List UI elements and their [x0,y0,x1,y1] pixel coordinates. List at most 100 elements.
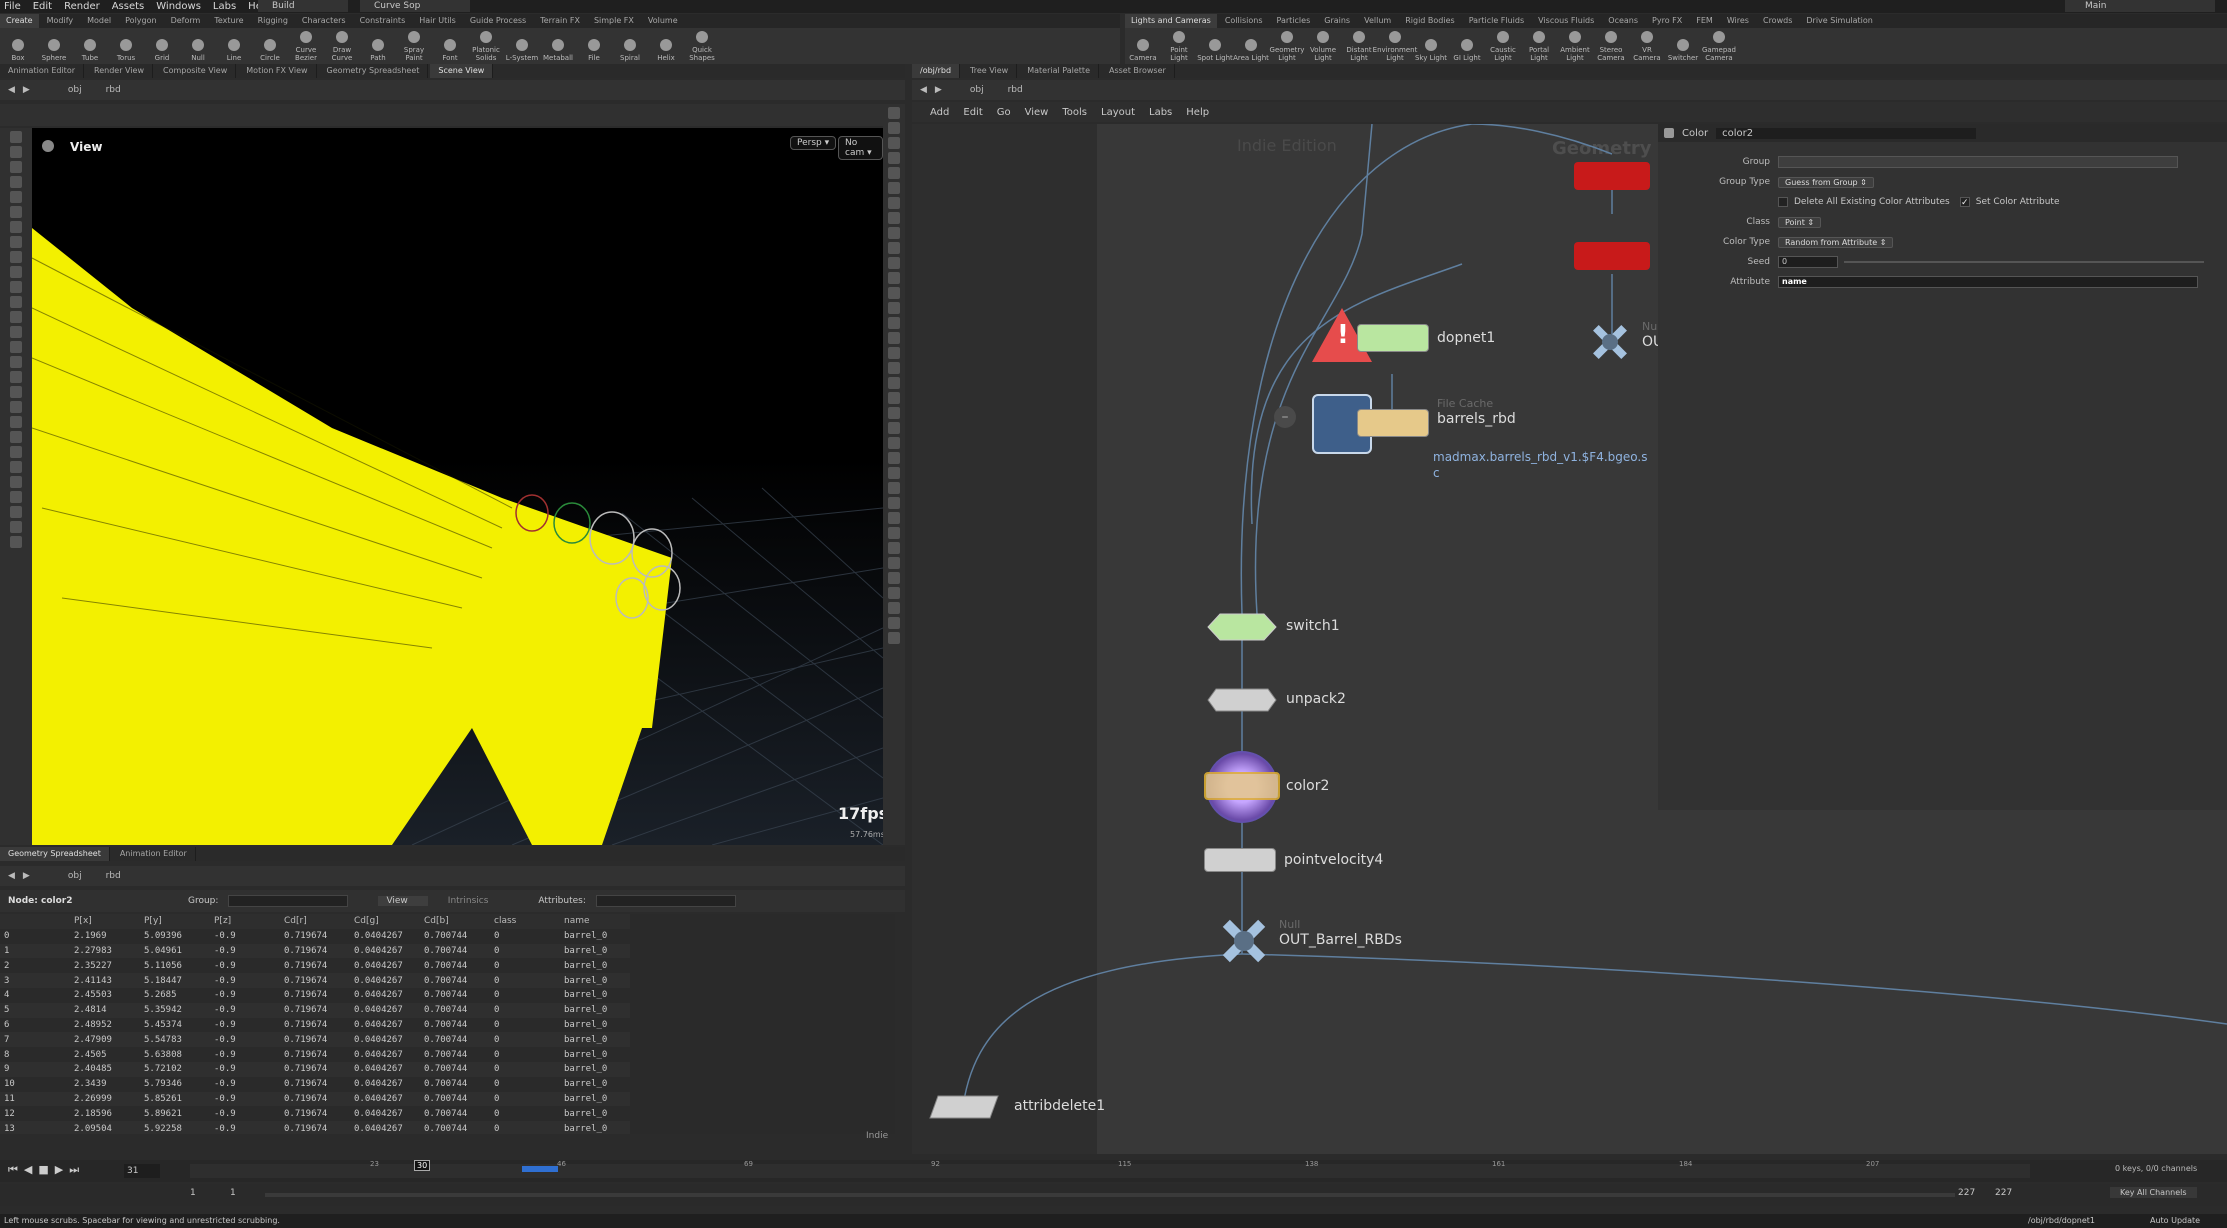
display-option-icon[interactable] [888,467,900,479]
display-option-icon[interactable] [888,572,900,584]
ss-intrinsics-menu[interactable]: Intrinsics [448,896,489,906]
shelf-tool-vr-camera[interactable]: VR Camera [1629,28,1665,64]
display-option-icon[interactable] [888,512,900,524]
shelf-tab-volume[interactable]: Volume [642,14,684,28]
set-color-checkbox[interactable]: ✓ [1959,197,1970,208]
shelf-tool-helix[interactable]: Helix [648,28,684,64]
display-option-icon[interactable] [888,347,900,359]
shelf-tool-font[interactable]: Font [432,28,468,64]
display-option-icon[interactable] [888,407,900,419]
display-option-icon[interactable] [888,452,900,464]
display-option-icon[interactable] [888,227,900,239]
shelf-tool-gamepad-camera[interactable]: Gamepad Camera [1701,28,1737,64]
shelf-tool-metaball[interactable]: Metaball [540,28,576,64]
display-option-icon[interactable] [888,332,900,344]
net-menu-help[interactable]: Help [1186,107,1209,118]
shelf-tab-pyro-fx[interactable]: Pyro FX [1646,14,1688,28]
display-option-icon[interactable] [888,542,900,554]
ss-group-field[interactable] [228,895,349,907]
viewport-tool-icon[interactable] [10,296,22,308]
shelf-tab-fem[interactable]: FEM [1690,14,1719,28]
switch-node[interactable]: switch1 [1202,612,1340,645]
table-row[interactable]: 7 2.47909 5.54783 -0.9 0.719674 0.0404267 0.70… [0,1032,630,1048]
display-option-icon[interactable] [888,212,900,224]
viewport-tool-icon[interactable] [10,416,22,428]
viewport-tool-icon[interactable] [10,131,22,143]
range-start-field-2[interactable]: 1 [230,1188,260,1198]
play-icon[interactable]: ▶ [55,1163,63,1177]
shelf-tab-polygon[interactable]: Polygon [119,14,162,28]
desktop-selector[interactable]: Build [258,0,348,12]
shelf-tool-volume-light[interactable]: Volume Light [1305,28,1341,64]
display-option-icon[interactable] [888,602,900,614]
tab-render-view[interactable]: Render View [86,64,154,78]
display-option-icon[interactable] [888,527,900,539]
display-option-icon[interactable] [888,617,900,629]
shelf-tool-l-system[interactable]: L-System [504,28,540,64]
shelf-tab-vellum[interactable]: Vellum [1358,14,1397,28]
range-start-field[interactable]: 1 [190,1188,220,1198]
shelf-tab-oceans[interactable]: Oceans [1602,14,1644,28]
menu-labs[interactable]: Labs [213,1,236,12]
table-row[interactable]: 2 2.35227 5.11056 -0.9 0.719674 0.0404267 0.70… [0,958,630,974]
display-option-icon[interactable] [888,197,900,209]
tab-scene-view[interactable]: Scene View [430,64,494,78]
shelf-tool-portal-light[interactable]: Portal Light [1521,28,1557,64]
display-option-icon[interactable] [888,287,900,299]
viewport-tool-icon[interactable] [10,386,22,398]
shelf-tab-wires[interactable]: Wires [1721,14,1755,28]
display-option-icon[interactable] [888,587,900,599]
tab-tree-view[interactable]: Tree View [962,64,1018,78]
display-option-icon[interactable] [888,557,900,569]
red-node-2[interactable] [1574,242,1650,270]
viewport-tool-icon[interactable] [10,491,22,503]
shelf-tool-box[interactable]: Box [0,28,36,64]
display-option-icon[interactable] [888,437,900,449]
auto-update-menu[interactable]: Auto Update [2150,1214,2200,1228]
bypass-icon[interactable]: – [1274,406,1296,428]
path-root[interactable]: obj [68,85,82,95]
filecache-path-cont[interactable]: c [1433,466,1440,480]
viewport-tool-icon[interactable] [10,356,22,368]
display-option-icon[interactable] [888,497,900,509]
viewport-tool-icon[interactable] [10,536,22,548]
viewport-tool-icon[interactable] [10,206,22,218]
shelf-tool-spiral[interactable]: Spiral [612,28,648,64]
shelf-tab-crowds[interactable]: Crowds [1757,14,1798,28]
viewport-tool-icon[interactable] [10,431,22,443]
table-row[interactable]: 0 2.1969 5.09396 -0.9 0.719674 0.0404267 0.700… [0,928,630,944]
seed-field[interactable]: 0 [1778,256,1838,268]
shelf-tool-environment-light[interactable]: Environment Light [1373,28,1417,64]
menu-file[interactable]: File [4,1,21,12]
viewport-tool-icon[interactable] [10,506,22,518]
display-option-icon[interactable] [888,392,900,404]
table-row[interactable]: 8 2.4505 5.63808 -0.9 0.719674 0.0404267 0.700… [0,1047,630,1062]
display-option-icon[interactable] [888,632,900,644]
net-path-current[interactable]: rbd [1008,85,1023,95]
viewport-tool-icon[interactable] [10,341,22,353]
color-type-menu[interactable]: Random from Attribute ⇕ [1778,236,1894,248]
jump-start-icon[interactable]: ⏮ [8,1163,18,1177]
shelf-tab-drive-simulation[interactable]: Drive Simulation [1800,14,1878,28]
shelf-tab-deform[interactable]: Deform [165,14,207,28]
viewport-tool-icon[interactable] [10,176,22,188]
net-menu-edit[interactable]: Edit [963,107,982,118]
shelf-tool-draw-curve[interactable]: Draw Curve [324,28,360,64]
shelf-tab-grains[interactable]: Grains [1318,14,1356,28]
shelf-tool-area-light[interactable]: Area Light [1233,28,1269,64]
range-slider[interactable] [265,1193,1955,1197]
shelf-tab-guide-process[interactable]: Guide Process [464,14,532,28]
stop-icon[interactable]: ■ [38,1163,48,1177]
ss-col-header[interactable]: class [490,914,560,929]
red-node-1[interactable] [1574,162,1650,190]
viewport-tool-icon[interactable] [10,146,22,158]
menu-render[interactable]: Render [64,1,100,12]
ss-col-header[interactable]: Cd[g] [350,914,420,929]
viewport-tool-icon[interactable] [10,281,22,293]
table-row[interactable]: 12 2.18596 5.89621 -0.9 0.719674 0.0404267 0.7… [0,1106,630,1122]
shelf-tab-characters[interactable]: Characters [296,14,352,28]
shelf-tab-particle-fluids[interactable]: Particle Fluids [1463,14,1530,28]
display-option-icon[interactable] [888,257,900,269]
camera-menu[interactable]: No cam ▾ [838,136,883,160]
ss-view-menu[interactable]: View [378,896,428,906]
